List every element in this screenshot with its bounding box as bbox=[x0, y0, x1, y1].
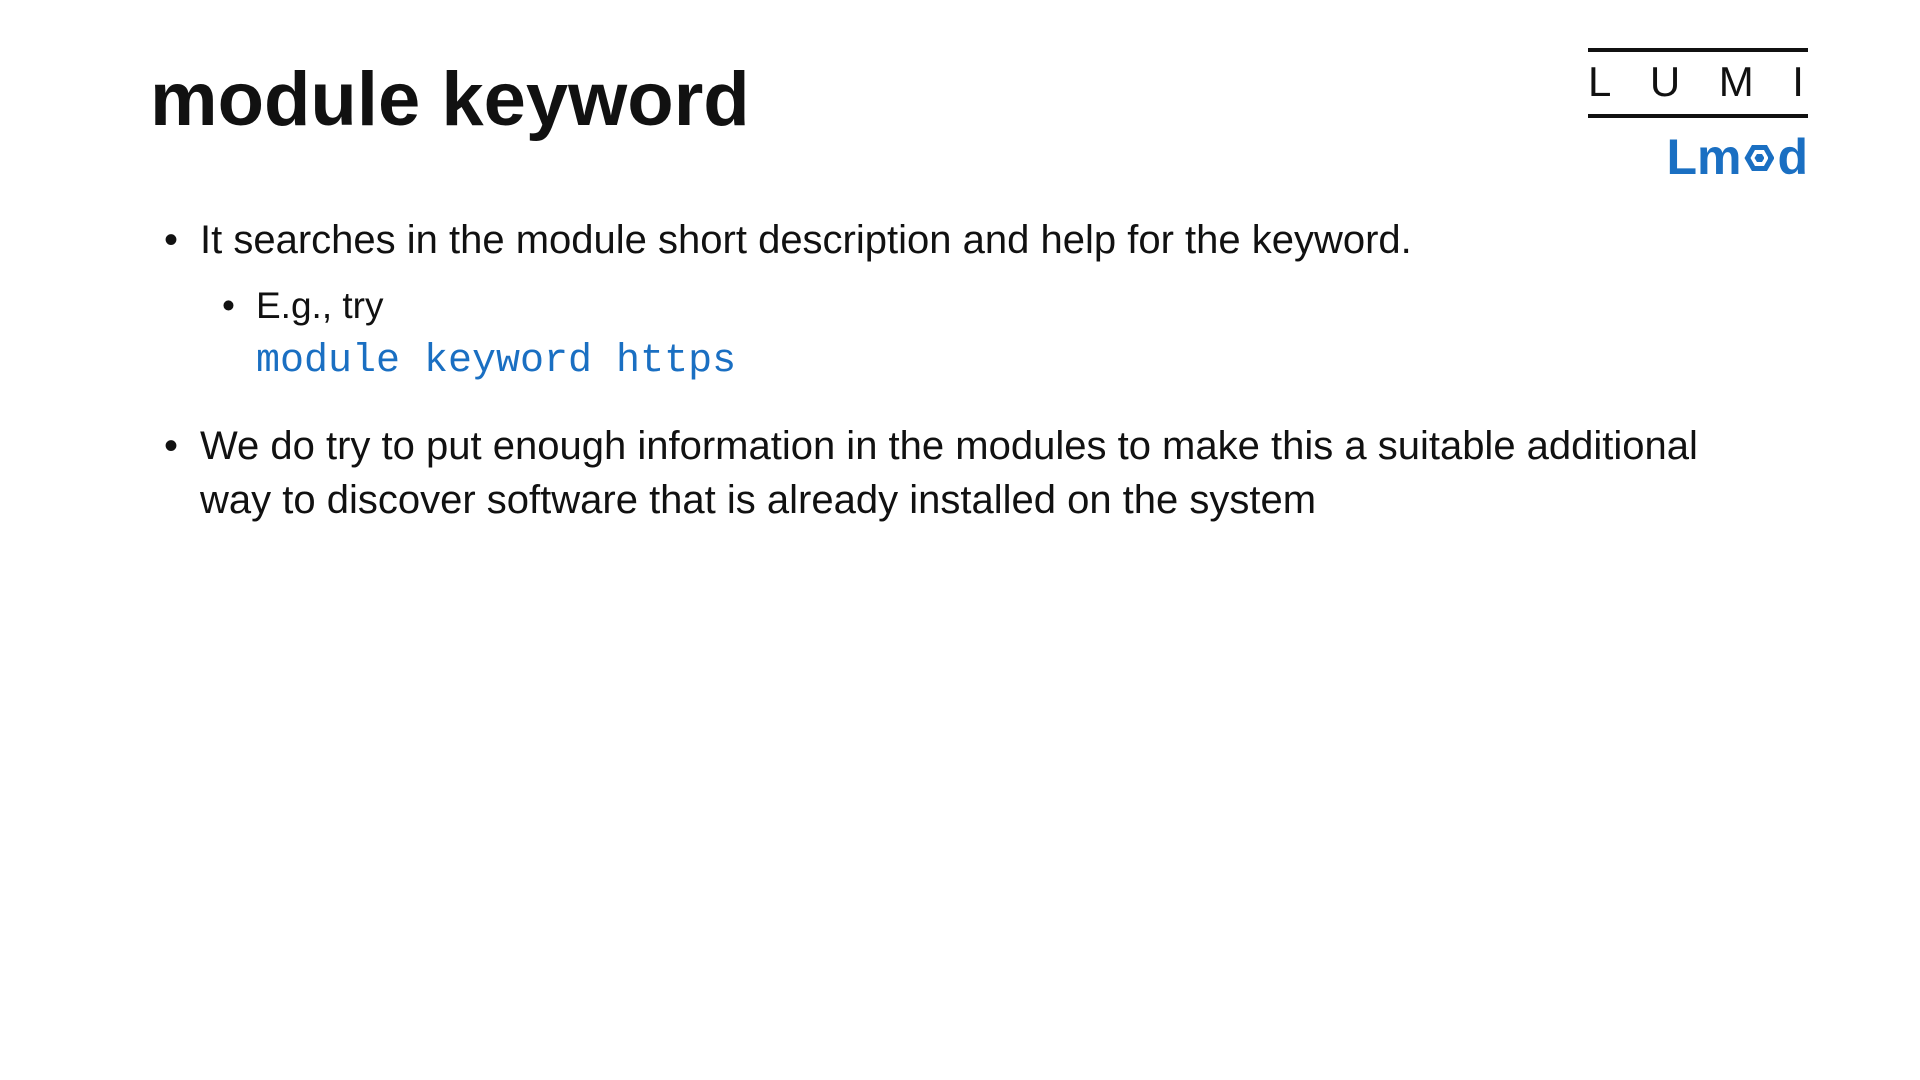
sub-bullet-item: E.g., try module keyword https bbox=[200, 281, 1770, 389]
bullet-item: We do try to put enough information in t… bbox=[150, 419, 1770, 527]
bullet-text: It searches in the module short descript… bbox=[200, 218, 1412, 262]
code-example: module keyword https bbox=[256, 335, 1770, 389]
slide-title: module keyword bbox=[150, 56, 1770, 143]
bullet-list: It searches in the module short descript… bbox=[150, 213, 1770, 527]
lmod-logo: Lm d bbox=[1588, 128, 1808, 186]
slide: L U M I Lm d module keyword It searches … bbox=[0, 0, 1920, 1080]
lumi-letter: L bbox=[1588, 58, 1615, 106]
lumi-letter: M bbox=[1719, 58, 1758, 106]
bullet-text: We do try to put enough information in t… bbox=[200, 424, 1698, 522]
logo-block: L U M I Lm d bbox=[1588, 48, 1808, 186]
lumi-letter: U bbox=[1650, 58, 1684, 106]
sub-bullet-list: E.g., try module keyword https bbox=[200, 281, 1770, 389]
lmod-prefix: Lm bbox=[1666, 128, 1741, 186]
lumi-letter: I bbox=[1792, 58, 1808, 106]
sub-bullet-text: E.g., try bbox=[256, 285, 383, 326]
bullet-item: It searches in the module short descript… bbox=[150, 213, 1770, 389]
lumi-logo: L U M I bbox=[1588, 48, 1808, 118]
lmod-suffix: d bbox=[1777, 128, 1808, 186]
hexagon-icon bbox=[1742, 137, 1776, 177]
